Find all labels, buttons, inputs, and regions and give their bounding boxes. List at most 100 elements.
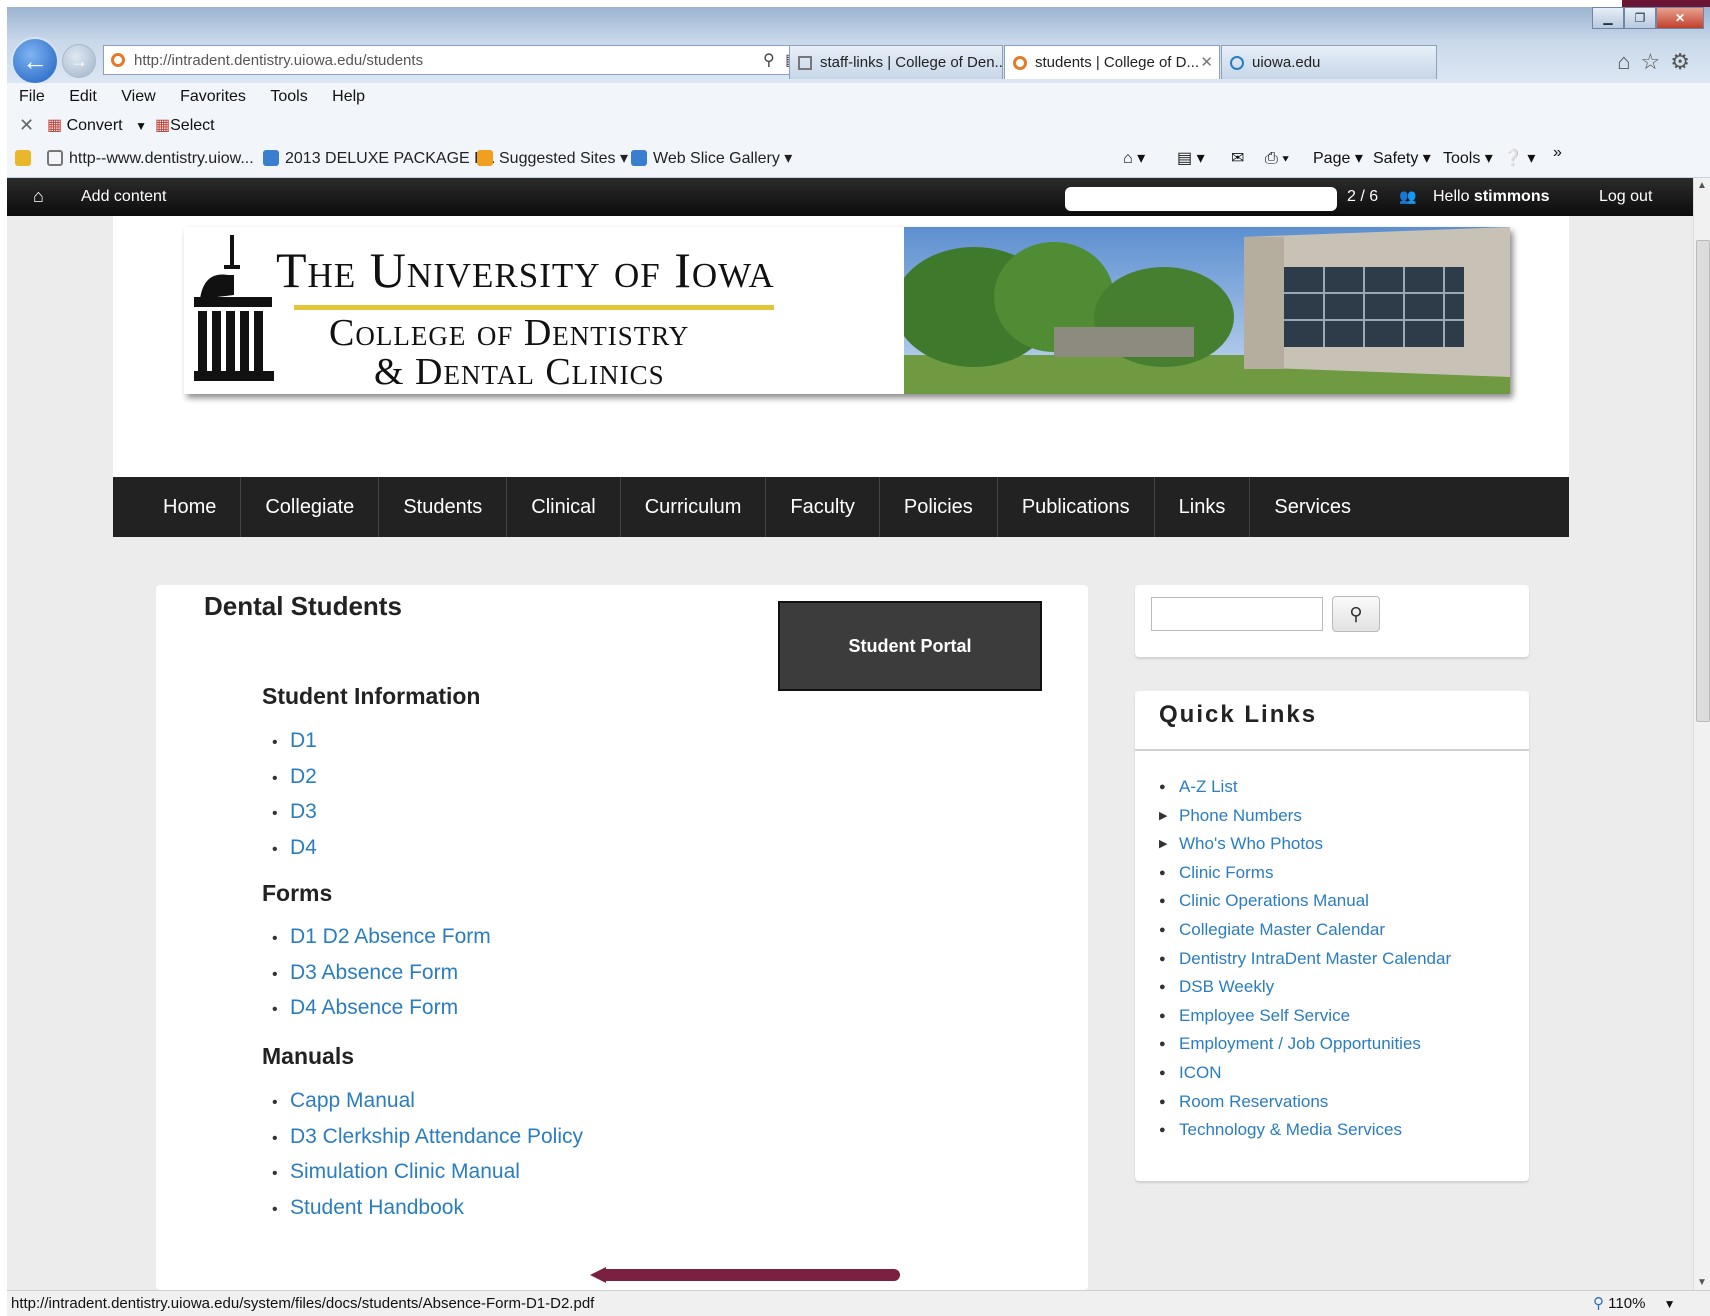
list-item[interactable]: • D1 D2 Absence Form	[262, 925, 491, 961]
home-icon[interactable]: ⌂	[33, 186, 44, 207]
link-simulation-clinic-manual[interactable]: Simulation Clinic Manual	[290, 1160, 520, 1183]
close-window-button[interactable]: ✕	[1656, 7, 1704, 29]
add-content-link[interactable]: Add content	[81, 178, 166, 216]
link-d3-absence-form[interactable]: D3 Absence Form	[290, 961, 458, 984]
nav-collegiate[interactable]: Collegiate	[241, 477, 380, 537]
list-item[interactable]: • D4 Absence Form	[262, 996, 491, 1032]
nav-students[interactable]: Students	[379, 477, 508, 537]
site-search-input[interactable]	[1151, 597, 1323, 631]
quick-link[interactable]: DSB Weekly	[1179, 977, 1274, 996]
home-dropdown[interactable]: ⌂ ▾	[1123, 141, 1145, 177]
search-icon[interactable]: ⚲	[763, 52, 778, 69]
link-d1[interactable]: D1	[290, 729, 317, 752]
quick-link[interactable]: Room Reservations	[1179, 1092, 1328, 1111]
list-item[interactable]: • D3 Absence Form	[262, 961, 491, 997]
minimize-button[interactable]: ▁	[1592, 7, 1624, 29]
list-item[interactable]: ▶ Phone Numbers	[1159, 806, 1451, 835]
list-item[interactable]: ● DSB Weekly	[1159, 977, 1451, 1006]
quick-link[interactable]: ICON	[1179, 1063, 1222, 1082]
list-item[interactable]: • D4	[262, 836, 317, 872]
help-dropdown[interactable]: ❔ ▾	[1503, 141, 1535, 177]
chevron-down-icon[interactable]: ▼	[1664, 1297, 1676, 1311]
list-item[interactable]: • Student Handbook	[262, 1196, 583, 1232]
list-item[interactable]: ● Collegiate Master Calendar	[1159, 920, 1451, 949]
list-item[interactable]: • Simulation Clinic Manual	[262, 1160, 583, 1196]
link-d4[interactable]: D4	[290, 836, 317, 859]
list-item[interactable]: ● Technology & Media Services	[1159, 1120, 1451, 1149]
close-tab-icon[interactable]: ✕	[1200, 46, 1213, 79]
address-bar[interactable]: http://intradent.dentistry.uiowa.edu/stu…	[103, 45, 860, 75]
favorites-star-icon[interactable]	[15, 141, 37, 177]
list-item[interactable]: ● Employment / Job Opportunities	[1159, 1034, 1451, 1063]
fav-suggested-sites[interactable]: Suggested Sites ▾	[477, 141, 628, 177]
list-item[interactable]: • D2	[262, 765, 317, 801]
back-button[interactable]: ←	[11, 37, 59, 85]
tab-staff-links[interactable]: staff-links | College of Den...	[789, 45, 1003, 79]
nav-home[interactable]: Home	[113, 477, 242, 537]
list-item[interactable]: ● A-Z List	[1159, 777, 1451, 806]
list-item[interactable]: • D3 Clerkship Attendance Policy	[262, 1125, 583, 1161]
quick-link[interactable]: Dentistry IntraDent Master Calendar	[1179, 949, 1451, 968]
tab-students[interactable]: students | College of D... ✕	[1004, 45, 1220, 79]
fav-web-slice-gallery[interactable]: Web Slice Gallery ▾	[631, 141, 792, 177]
safety-menu[interactable]: Safety ▾	[1373, 141, 1431, 177]
select-button[interactable]: ▦Select	[155, 111, 215, 141]
quick-link[interactable]: A-Z List	[1179, 777, 1238, 796]
expand-arrow-icon[interactable]: ▶	[1159, 837, 1179, 850]
mail-button[interactable]: ✉	[1231, 141, 1244, 177]
list-item[interactable]: ● Room Reservations	[1159, 1092, 1451, 1121]
list-item[interactable]: ● Clinic Operations Manual	[1159, 891, 1451, 920]
tab-uiowa[interactable]: uiowa.edu	[1221, 45, 1437, 79]
quick-link[interactable]: Who's Who Photos	[1179, 834, 1323, 853]
menu-tools[interactable]: Tools	[270, 83, 307, 111]
scroll-down-icon[interactable]: ▼	[1697, 1277, 1707, 1288]
nav-curriculum[interactable]: Curriculum	[621, 477, 767, 537]
admin-search-input[interactable]	[1065, 187, 1337, 211]
list-item[interactable]: ▶ Who's Who Photos	[1159, 834, 1451, 863]
link-d2[interactable]: D2	[290, 765, 317, 788]
link-d3-clerkship-policy[interactable]: D3 Clerkship Attendance Policy	[290, 1125, 583, 1148]
address-url[interactable]: http://intradent.dentistry.uiowa.edu/stu…	[134, 52, 423, 69]
tools-menu[interactable]: Tools ▾	[1443, 141, 1493, 177]
quick-link[interactable]: Clinic Forms	[1179, 863, 1273, 882]
list-item[interactable]: ● Employee Self Service	[1159, 1006, 1451, 1035]
link-d4-absence-form[interactable]: D4 Absence Form	[290, 996, 458, 1019]
favorites-star-icon[interactable]: ☆	[1641, 49, 1671, 74]
quick-link[interactable]: Employment / Job Opportunities	[1179, 1034, 1421, 1053]
list-item[interactable]: • D3	[262, 800, 317, 836]
print-dropdown[interactable]: ⎙ ▾	[1265, 141, 1289, 177]
expand-arrow-icon[interactable]: ▶	[1159, 809, 1179, 822]
menu-help[interactable]: Help	[332, 83, 365, 111]
gear-icon[interactable]: ⚙	[1670, 49, 1700, 74]
convert-button[interactable]: ▦ Convert ▼	[47, 111, 147, 141]
scroll-up-icon[interactable]: ▲	[1697, 180, 1707, 191]
home-icon[interactable]: ⌂	[1617, 49, 1640, 74]
nav-faculty[interactable]: Faculty	[766, 477, 880, 537]
restore-button[interactable]: ❐	[1624, 7, 1656, 29]
link-student-handbook[interactable]: Student Handbook	[290, 1196, 464, 1219]
nav-clinical[interactable]: Clinical	[507, 477, 621, 537]
quick-link[interactable]: Technology & Media Services	[1179, 1120, 1402, 1139]
chevron-right-icon[interactable]: »	[1553, 135, 1562, 171]
list-item[interactable]: ● Clinic Forms	[1159, 863, 1451, 892]
list-item[interactable]: ● ICON	[1159, 1063, 1451, 1092]
menu-view[interactable]: View	[121, 83, 155, 111]
forward-button[interactable]: →	[62, 44, 96, 78]
menu-file[interactable]: File	[19, 83, 45, 111]
page-scrollbar[interactable]: ▲ ▼	[1693, 178, 1710, 1290]
list-item[interactable]: • Capp Manual	[262, 1089, 583, 1125]
student-portal-button[interactable]: Student Portal	[778, 601, 1042, 691]
quick-link[interactable]: Clinic Operations Manual	[1179, 891, 1369, 910]
zoom-control[interactable]: ⚲ 110% ▼	[1593, 1291, 1676, 1316]
nav-policies[interactable]: Policies	[880, 477, 998, 537]
link-d1-d2-absence-form[interactable]: D1 D2 Absence Form	[290, 925, 491, 948]
link-capp-manual[interactable]: Capp Manual	[290, 1089, 415, 1112]
search-button[interactable]: ⚲	[1332, 596, 1380, 632]
list-item[interactable]: • D1	[262, 729, 317, 765]
logout-link[interactable]: Log out	[1599, 178, 1652, 216]
fav-deluxe-package-link[interactable]: 2013 DELUXE PACKAGE F...	[263, 141, 495, 177]
chevron-down-icon[interactable]: ▼	[135, 119, 147, 133]
quick-link[interactable]: Employee Self Service	[1179, 1006, 1350, 1025]
nav-links[interactable]: Links	[1155, 477, 1251, 537]
list-item[interactable]: ● Dentistry IntraDent Master Calendar	[1159, 949, 1451, 978]
